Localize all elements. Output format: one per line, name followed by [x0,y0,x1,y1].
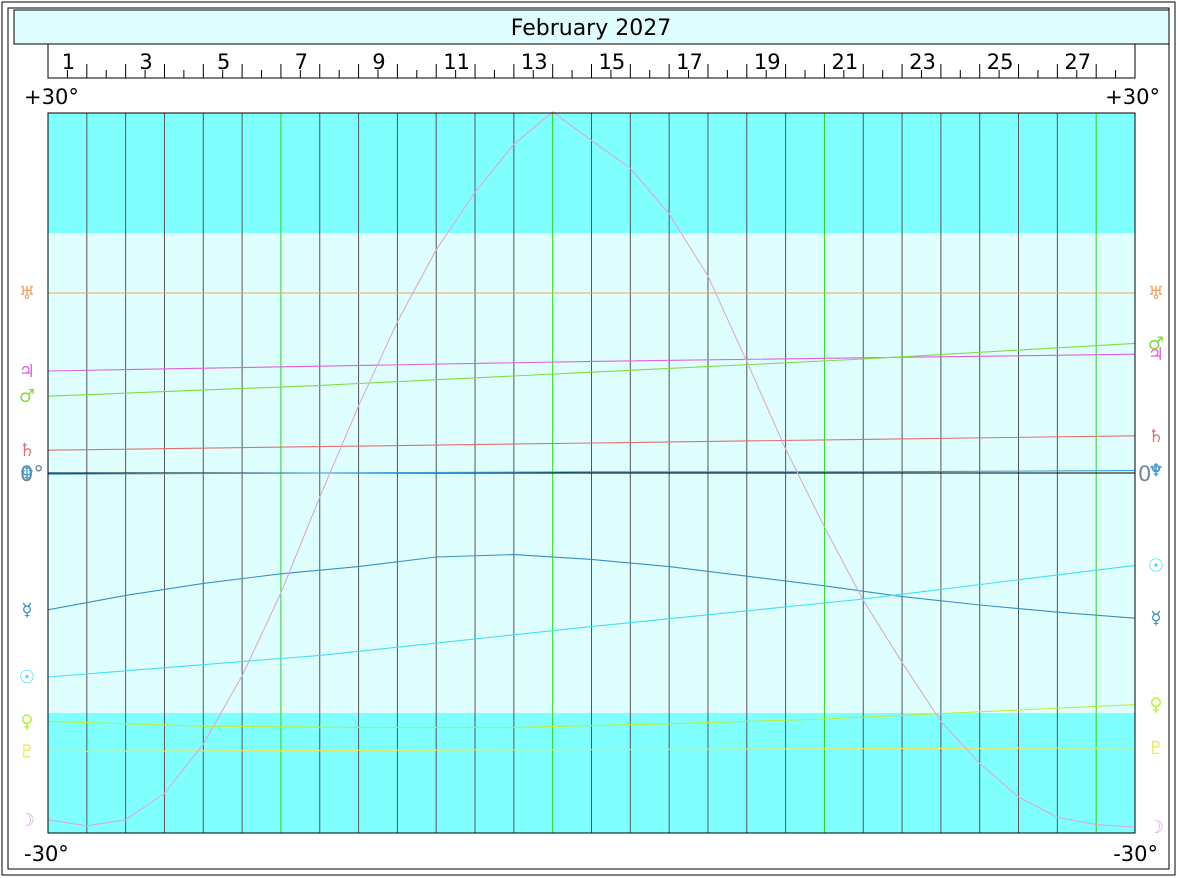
ephemeris-chart: February 2027 1 3 5 7 9 11 13 15 17 19 21 23 25 27 +3… [1,1,1176,876]
uranus-glyph-right: ♅ [1148,283,1164,304]
mars-glyph-left: ♂ [19,386,35,407]
neptune-glyph-right: ♆ [1148,461,1164,482]
bottom-left-degree-label: -30° [24,842,69,866]
sun-glyph-right: ☉ [1148,555,1164,576]
day-label: 13 [521,50,548,74]
sun-glyph-left: ☉ [19,667,35,688]
day-label: 19 [754,50,781,74]
mercury-glyph-left: ☿ [21,600,32,621]
day-label: 23 [909,50,936,74]
day-label: 21 [831,50,858,74]
neptune-glyph-left: ♆ [19,464,35,485]
bottom-right-degree-label: -30° [1113,842,1158,866]
jupiter-glyph-left: ♃ [19,361,35,382]
day-label: 11 [443,50,470,74]
day-label: 15 [599,50,626,74]
day-label: 17 [676,50,703,74]
top-right-degree-label: +30° [1105,85,1160,109]
venus-glyph-left: ♀ [20,711,33,732]
day-label: 7 [295,50,308,74]
pluto-glyph-right: ♇ [1148,738,1164,759]
day-label: 27 [1064,50,1091,74]
chart-title: February 2027 [511,16,671,41]
plot-area [47,111,1136,834]
mars-glyph-right: ♂ [1148,333,1164,354]
saturn-glyph-right: ♄ [1148,426,1164,447]
uranus-glyph-left: ♅ [19,283,35,304]
mercury-glyph-right: ☿ [1150,608,1161,629]
saturn-glyph-left: ♄ [19,440,35,461]
moon-glyph-right: ☽ [1148,817,1164,838]
day-label: 25 [987,50,1014,74]
day-label: 5 [217,50,230,74]
moon-glyph-left: ☽ [19,810,35,831]
day-label: 9 [372,50,385,74]
day-label: 1 [62,50,75,74]
venus-glyph-right: ♀ [1149,695,1162,716]
top-left-degree-label: +30° [24,85,79,109]
day-label: 3 [139,50,152,74]
pluto-glyph-left: ♇ [19,741,35,762]
